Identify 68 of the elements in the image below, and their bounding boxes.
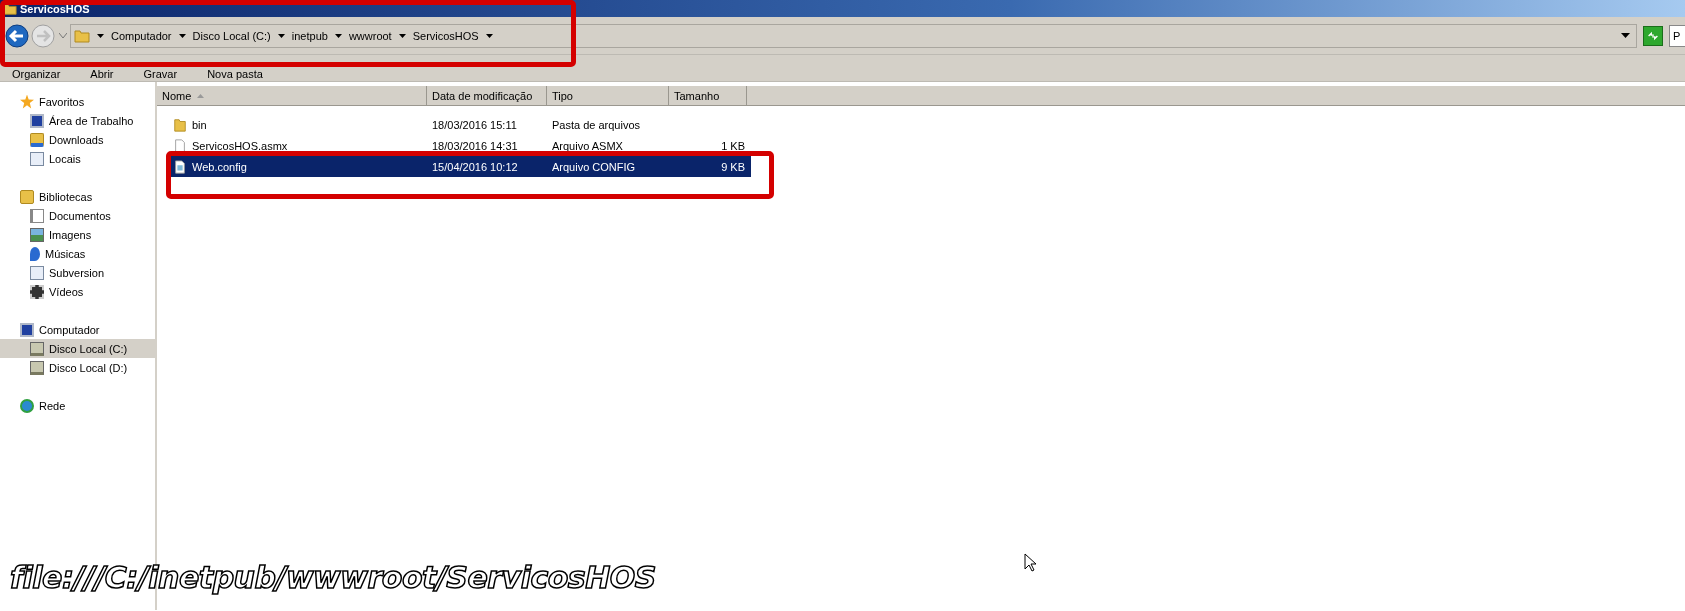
sidebar-item[interactable]: Disco Local (D:): [0, 358, 155, 377]
address-bar[interactable]: Computador Disco Local (C:) inetpub wwwroot ServicosHOS: [70, 23, 1637, 48]
toolbar-button[interactable]: Nova pasta: [207, 68, 263, 80]
type-cell-text: Arquivo CONFIG: [551, 160, 637, 173]
document-icon: [30, 208, 44, 223]
date-cell-text: 18/03/2016 15:11: [431, 118, 518, 131]
sidebar-item[interactable]: Área de Trabalho: [0, 111, 155, 130]
toolbar-button[interactable]: Organizar: [12, 68, 61, 80]
toolbar-button[interactable]: Abrir: [90, 68, 114, 80]
caret-icon[interactable]: [277, 33, 285, 38]
size-cell: 9 KB: [721, 160, 745, 173]
file-row[interactable]: Web.config 15/04/2016 10:12 Arquivo CONFIG 9 KB: [169, 156, 751, 177]
breadcrumb[interactable]: ServicosHOS: [412, 29, 479, 42]
drive-icon: [30, 360, 44, 375]
caption: file:///C:/inetpub/wwwroot/ServicosHOS: [10, 560, 656, 595]
sidebar-group[interactable]: Rede: [0, 396, 155, 415]
column-header[interactable]: Nome: [157, 86, 427, 106]
sidebar-item[interactable]: Downloads: [0, 130, 155, 149]
folder-icon: [173, 116, 187, 133]
date-cell-text: 15/04/2016 10:12: [431, 160, 519, 173]
window-title: ServicosHOS: [20, 2, 90, 15]
file-name: Web.config: [192, 160, 247, 173]
toolbar-button[interactable]: Gravar: [143, 68, 178, 80]
type-cell-text: Arquivo ASMX: [551, 139, 624, 152]
caret-icon[interactable]: [485, 33, 493, 38]
sidebar-group[interactable]: Bibliotecas: [0, 187, 155, 206]
date-cell-text: 18/03/2016 14:31: [431, 139, 519, 152]
sidebar-item[interactable]: Vídeos: [0, 282, 155, 301]
file-name: ServicosHOS.asmx: [192, 139, 288, 152]
config-file-icon: [173, 158, 187, 175]
sidebar-item[interactable]: Documentos: [0, 206, 155, 225]
breadcrumb[interactable]: wwwroot: [348, 29, 392, 42]
size-cell: 1 KB: [721, 139, 745, 152]
sidebar-item[interactable]: Subversion: [0, 263, 155, 282]
search-field[interactable]: P: [1669, 24, 1685, 47]
caret-icon[interactable]: [398, 33, 406, 38]
download-folder-icon: [30, 132, 44, 147]
refresh-button[interactable]: [1643, 25, 1663, 46]
column-header[interactable]: Tipo: [547, 86, 669, 106]
dropdown-icon[interactable]: [1621, 33, 1630, 38]
column-header[interactable]: Tamanho: [669, 86, 747, 106]
breadcrumb[interactable]: Disco Local (C:): [192, 29, 271, 42]
image-icon: [30, 227, 44, 242]
sidebar-item[interactable]: Músicas: [0, 244, 155, 263]
breadcrumb[interactable]: inetpub: [291, 29, 328, 42]
sidebar-group[interactable]: Favoritos: [0, 92, 155, 111]
computer-icon: [20, 322, 34, 337]
sidebar-item[interactable]: Locais: [0, 149, 155, 168]
drive-icon: [30, 341, 44, 356]
caret-icon[interactable]: [178, 33, 186, 38]
sidebar-group[interactable]: Computador: [0, 320, 155, 339]
file-row[interactable]: bin 18/03/2016 15:11 Pasta de arquivos: [169, 114, 751, 135]
breadcrumb[interactable]: Computador: [111, 29, 172, 42]
blank-file-icon: [173, 137, 187, 154]
file-row[interactable]: ServicosHOS.asmx 18/03/2016 14:31 Arquivo ASMX 1 KB: [169, 135, 751, 156]
back-button[interactable]: [4, 22, 30, 49]
desktop-icon: [30, 113, 44, 128]
type-cell-text: Pasta de arquivos: [551, 118, 642, 131]
sidebar-item[interactable]: Disco Local (C:): [0, 339, 155, 358]
sort-arrow-icon: [197, 93, 205, 98]
folder-icon: [74, 27, 90, 44]
history-dropdown-icon[interactable]: [59, 32, 67, 39]
column-header[interactable]: Data de modificação: [427, 86, 547, 106]
cursor-icon: [1024, 553, 1036, 572]
sidebar-item[interactable]: Imagens: [0, 225, 155, 244]
caret-icon[interactable]: [334, 33, 342, 38]
file-name: bin: [192, 118, 207, 131]
caret-icon[interactable]: [97, 33, 104, 38]
